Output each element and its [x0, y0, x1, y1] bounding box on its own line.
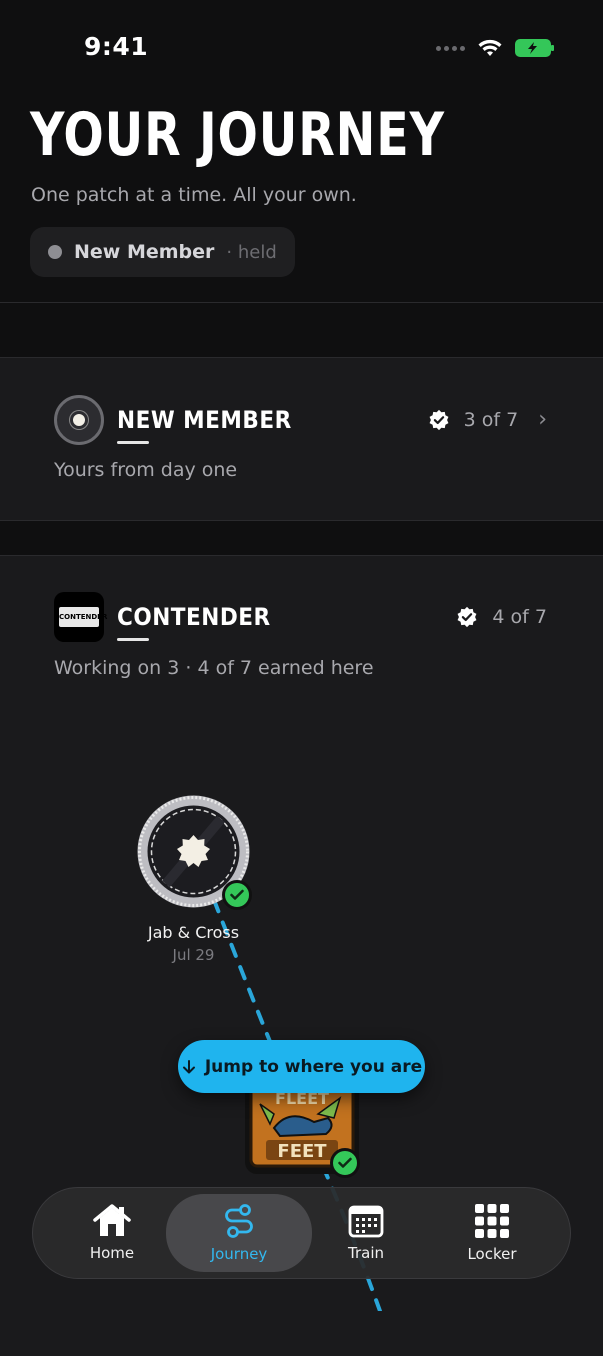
arrow-down-icon [182, 1059, 195, 1073]
earned-check-icon [222, 880, 252, 910]
tab-locker[interactable]: Locker [437, 1188, 547, 1278]
journey-icon [225, 1204, 253, 1238]
earned-check-icon [330, 1148, 360, 1178]
tab-home[interactable]: Home [57, 1188, 167, 1278]
tab-journey[interactable]: Journey [166, 1194, 312, 1272]
svg-text:FEET: FEET [277, 1141, 327, 1162]
node-label: Jab & Cross [147, 923, 240, 942]
home-icon [93, 1204, 131, 1236]
grid-icon [475, 1204, 509, 1238]
calendar-icon [348, 1205, 384, 1238]
node-date: Jul 29 [172, 946, 215, 964]
tab-label: Journey [210, 1245, 268, 1263]
jump-button-label: Jump to where you are [204, 1056, 423, 1077]
tab-label: Locker [467, 1245, 517, 1263]
tab-bar: Home Journey Train Locker [32, 1187, 571, 1279]
journey-node-jab-cross[interactable]: Jab & Cross Jul 29 [136, 794, 252, 964]
tab-label: Home [89, 1244, 135, 1262]
tab-label: Train [348, 1244, 384, 1262]
jump-to-current-button[interactable]: Jump to where you are [178, 1040, 425, 1093]
tab-train[interactable]: Train [311, 1188, 421, 1278]
